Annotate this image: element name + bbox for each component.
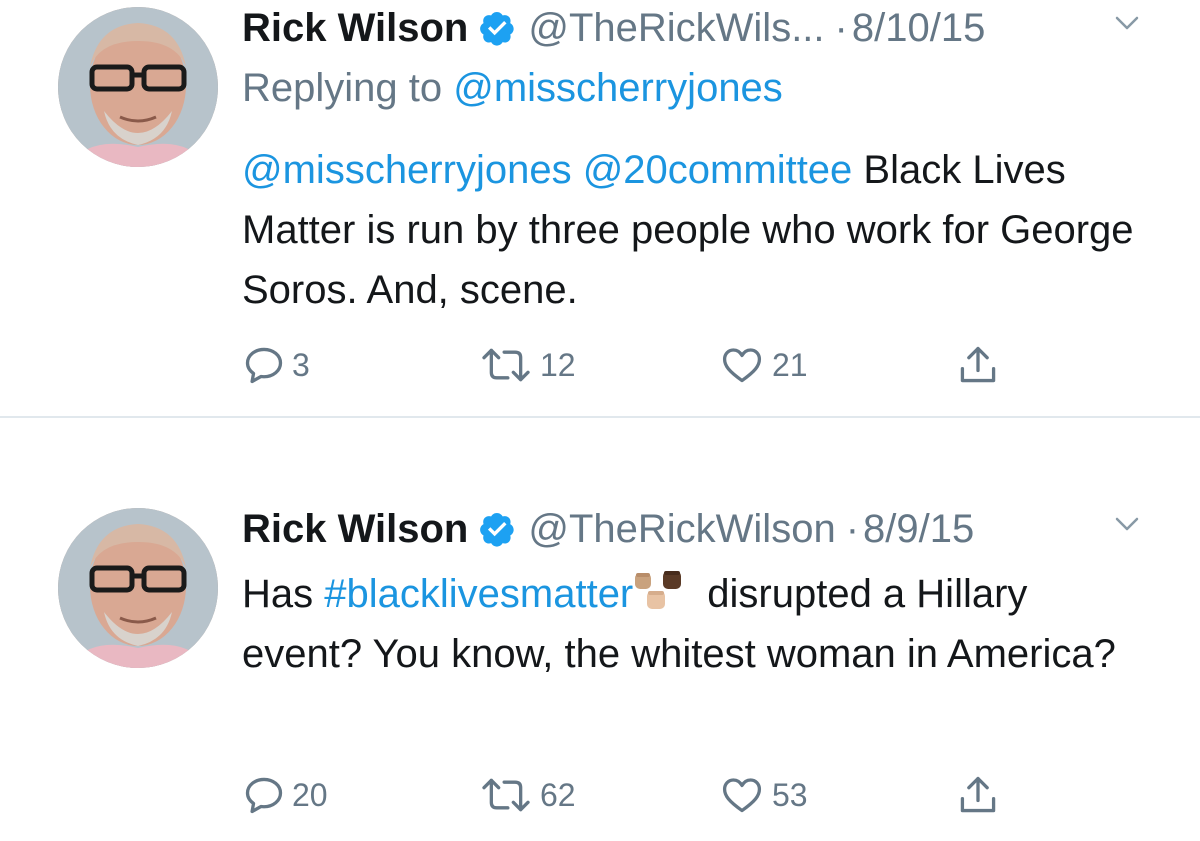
share-icon — [956, 773, 1000, 817]
heart-icon — [718, 343, 766, 387]
tweet-date[interactable]: 8/10/15 — [852, 6, 985, 51]
share-icon — [956, 343, 1000, 387]
avatar-photo — [58, 508, 218, 668]
mention-link[interactable]: @20committee — [583, 148, 853, 192]
reply-button[interactable]: 3 — [242, 340, 310, 390]
author-handle[interactable]: @TheRickWils... — [528, 6, 824, 51]
retweet-button[interactable]: 12 — [478, 340, 576, 390]
verified-badge-icon — [478, 9, 516, 47]
retweet-count: 12 — [540, 346, 576, 383]
reply-icon — [242, 343, 286, 387]
replying-prefix: Replying to — [242, 66, 454, 110]
reply-count: 3 — [292, 346, 310, 383]
tweet-header: Rick Wilson @TheRickWilson · 8/9/15 — [242, 503, 974, 555]
author-name[interactable]: Rick Wilson — [242, 6, 468, 51]
tweet[interactable]: Rick Wilson @TheRickWils... · 8/10/15 Re… — [0, 0, 1200, 416]
author-handle[interactable]: @TheRickWilson — [528, 507, 835, 552]
heart-icon — [718, 773, 766, 817]
tweet-actions: 3 12 21 — [242, 340, 1022, 390]
share-button[interactable] — [956, 340, 1000, 390]
share-button[interactable] — [956, 770, 1000, 820]
avatar[interactable] — [58, 7, 218, 167]
separator-dot: · — [845, 506, 860, 551]
verified-badge-icon — [478, 510, 516, 548]
chevron-down-icon[interactable] — [1112, 8, 1142, 38]
tweet[interactable]: Rick Wilson @TheRickWilson · 8/9/15 Has … — [0, 418, 1200, 841]
like-button[interactable]: 21 — [718, 340, 808, 390]
author-name[interactable]: Rick Wilson — [242, 507, 468, 552]
separator-dot: · — [834, 5, 848, 50]
retweet-count: 62 — [540, 776, 576, 813]
tweet-text: Has #blacklivesmatter disrupted a Hillary… — [242, 564, 1142, 684]
avatar-photo — [58, 7, 218, 167]
like-count: 53 — [772, 776, 808, 813]
like-button[interactable]: 53 — [718, 770, 808, 820]
tweet-text: @misscherryjones @20committee Black Live… — [242, 140, 1142, 320]
retweet-button[interactable]: 62 — [478, 770, 576, 820]
retweet-icon — [478, 343, 534, 387]
raised-fists-emoji-icon — [633, 569, 689, 613]
avatar[interactable] — [58, 508, 218, 668]
like-count: 21 — [772, 346, 808, 383]
replying-to: Replying to @misscherryjones — [242, 66, 783, 111]
reply-count: 20 — [292, 776, 328, 813]
tweet-header: Rick Wilson @TheRickWils... · 8/10/15 — [242, 2, 985, 54]
tweet-date[interactable]: 8/9/15 — [863, 507, 974, 552]
mention-link[interactable]: @misscherryjones — [242, 148, 572, 192]
retweet-icon — [478, 773, 534, 817]
reply-button[interactable]: 20 — [242, 770, 328, 820]
tweet-prefix: Has — [242, 572, 325, 616]
tweet-actions: 20 62 53 — [242, 770, 1022, 820]
chevron-down-icon[interactable] — [1112, 509, 1142, 539]
reply-icon — [242, 773, 286, 817]
hashtag-link[interactable]: #blacklivesmatter — [324, 572, 633, 616]
replying-to-link[interactable]: @misscherryjones — [453, 66, 783, 110]
